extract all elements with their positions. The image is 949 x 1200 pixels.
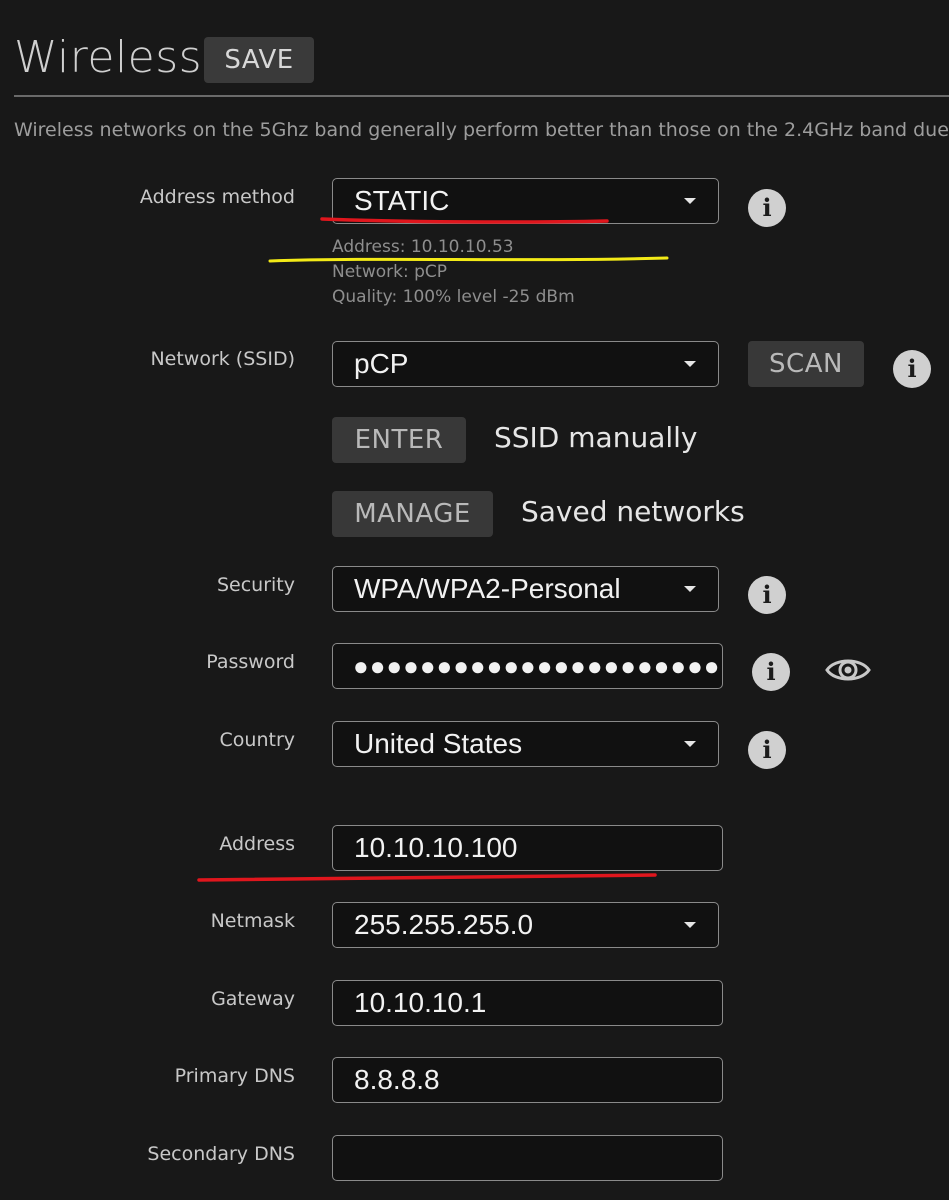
security-label: Security bbox=[216, 574, 295, 596]
yellow-underline-address bbox=[268, 256, 669, 263]
current-address-info: Address: 10.10.10.53 bbox=[332, 237, 514, 257]
ssid-label: Network (SSID) bbox=[150, 348, 295, 370]
country-label: Country bbox=[219, 729, 295, 751]
security-value: WPA/WPA2-Personal bbox=[354, 573, 621, 604]
header-divider bbox=[14, 95, 949, 97]
primary-dns-label: Primary DNS bbox=[174, 1065, 295, 1087]
info-icon[interactable]: i bbox=[748, 576, 786, 614]
enter-ssid-button[interactable]: ENTER bbox=[332, 417, 466, 463]
password-value: ●●●●●●●●●●●●●●●●●●●●●●●● bbox=[353, 651, 723, 681]
ssid-value: pCP bbox=[354, 348, 409, 379]
info-icon[interactable]: i bbox=[893, 350, 931, 388]
address-method-value: STATIC bbox=[354, 185, 450, 216]
signal-quality-info: Quality: 100% level -25 dBm bbox=[332, 287, 575, 307]
password-input[interactable]: ●●●●●●●●●●●●●●●●●●●●●●●● bbox=[332, 643, 723, 689]
info-icon[interactable]: i bbox=[752, 653, 790, 691]
wireless-settings-page: Wireless SAVE Wireless networks on the 5… bbox=[0, 0, 949, 1200]
country-select[interactable]: United States bbox=[332, 721, 719, 767]
netmask-value: 255.255.255.0 bbox=[354, 909, 534, 940]
chevron-down-icon bbox=[684, 741, 696, 747]
password-label: Password bbox=[206, 651, 295, 673]
address-value: 10.10.10.100 bbox=[354, 832, 518, 863]
ssid-select[interactable]: pCP bbox=[332, 341, 719, 387]
current-network-info: Network: pCP bbox=[332, 262, 448, 282]
primary-dns-input[interactable]: 8.8.8.8 bbox=[332, 1057, 723, 1103]
secondary-dns-input[interactable] bbox=[332, 1135, 723, 1181]
secondary-dns-label: Secondary DNS bbox=[147, 1143, 295, 1165]
gateway-input[interactable]: 10.10.10.1 bbox=[332, 980, 723, 1026]
chevron-down-icon bbox=[684, 586, 696, 592]
primary-dns-value: 8.8.8.8 bbox=[354, 1064, 440, 1095]
scan-button[interactable]: SCAN bbox=[748, 341, 864, 387]
band-description: Wireless networks on the 5Ghz band gener… bbox=[14, 119, 949, 141]
red-underline-address bbox=[197, 873, 657, 882]
info-icon[interactable]: i bbox=[748, 731, 786, 769]
eye-icon[interactable] bbox=[825, 654, 871, 686]
address-label: Address bbox=[219, 833, 295, 855]
chevron-down-icon bbox=[684, 198, 696, 204]
security-select[interactable]: WPA/WPA2-Personal bbox=[332, 566, 719, 612]
country-value: United States bbox=[354, 728, 523, 759]
page-title: Wireless bbox=[14, 32, 203, 83]
info-icon[interactable]: i bbox=[748, 189, 786, 227]
enter-ssid-caption: SSID manually bbox=[494, 421, 698, 454]
address-method-label: Address method bbox=[139, 186, 295, 208]
netmask-label: Netmask bbox=[210, 910, 295, 932]
chevron-down-icon bbox=[684, 361, 696, 367]
address-method-select[interactable]: STATIC bbox=[332, 178, 719, 224]
gateway-value: 10.10.10.1 bbox=[354, 987, 487, 1018]
address-input[interactable]: 10.10.10.100 bbox=[332, 825, 723, 871]
chevron-down-icon bbox=[684, 922, 696, 928]
netmask-select[interactable]: 255.255.255.0 bbox=[332, 902, 719, 948]
manage-networks-button[interactable]: MANAGE bbox=[332, 491, 493, 537]
gateway-label: Gateway bbox=[211, 988, 295, 1010]
save-button[interactable]: SAVE bbox=[204, 37, 314, 83]
manage-networks-caption: Saved networks bbox=[521, 495, 745, 528]
